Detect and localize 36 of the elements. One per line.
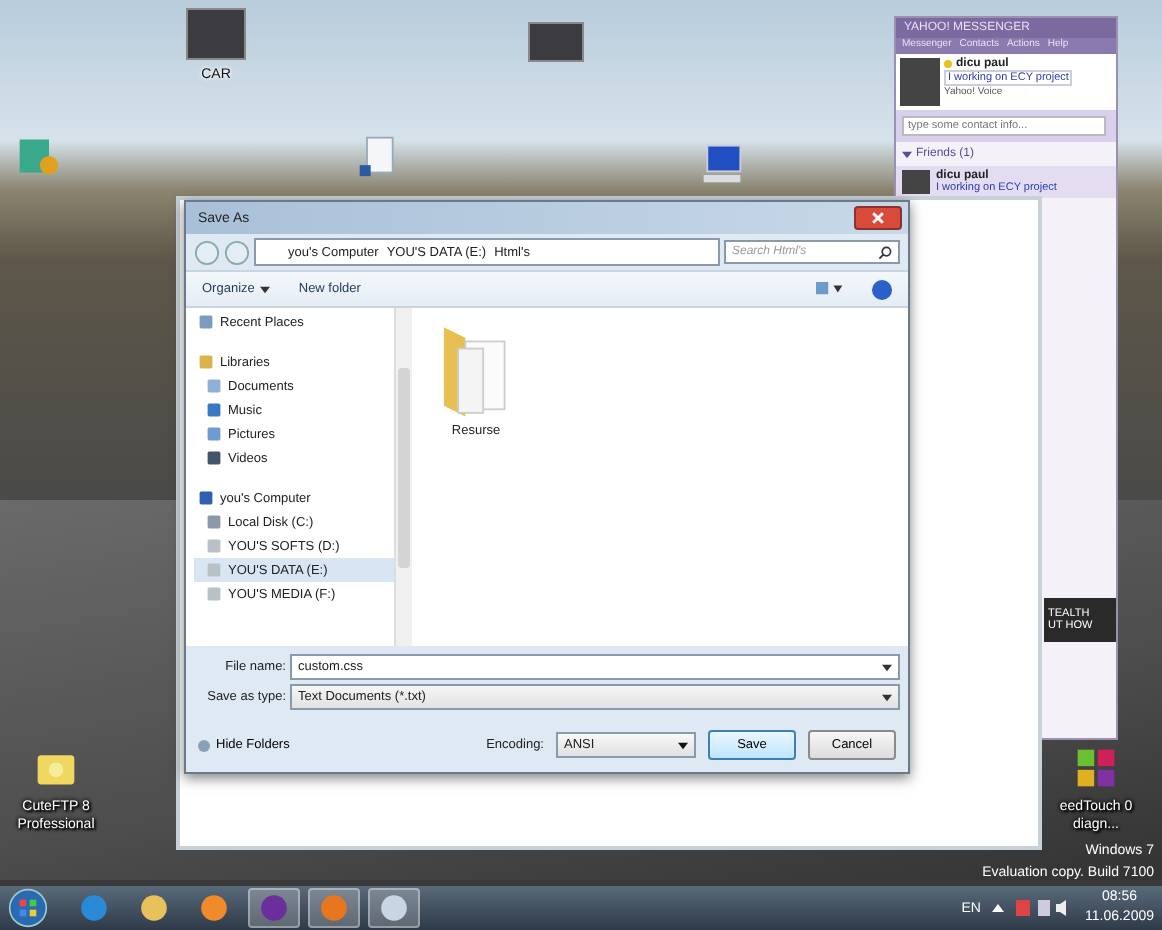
caret-icon[interactable] [882,663,892,671]
tiles-icon[interactable] [1074,744,1118,792]
square-icon [198,490,214,506]
square-icon [206,562,222,578]
photo-placeholder[interactable] [186,8,246,60]
caret-icon[interactable] [882,693,892,701]
close-icon [870,210,886,226]
view-icon[interactable] [816,280,844,298]
square-icon [198,314,214,330]
tray-icons[interactable] [988,898,1069,918]
circle-icon [198,739,210,751]
square-icon [206,586,222,602]
square-icon [206,402,222,418]
scrollbar[interactable] [394,308,412,646]
square-icon [206,378,222,394]
square-icon [206,426,222,442]
search-icon [878,245,892,259]
app-icon[interactable] [78,892,110,924]
expand-arrow-icon[interactable] [902,149,912,159]
computer-icon[interactable] [700,140,744,188]
photo-placeholder[interactable] [528,22,584,62]
start-button[interactable] [8,888,48,928]
app-icon[interactable] [378,892,410,924]
close-button[interactable] [854,206,902,230]
app-icon[interactable] [138,892,170,924]
taskbar-button[interactable] [248,888,300,928]
square-icon [206,450,222,466]
help-icon[interactable] [872,279,892,299]
square-icon [206,514,222,530]
app-icon[interactable] [198,892,230,924]
avatar-placeholder [900,58,940,106]
square-icon [198,354,214,370]
taskbar-button[interactable] [368,888,420,928]
caret-icon[interactable] [678,741,688,749]
square-icon [206,538,222,554]
document-icon[interactable] [356,132,400,180]
